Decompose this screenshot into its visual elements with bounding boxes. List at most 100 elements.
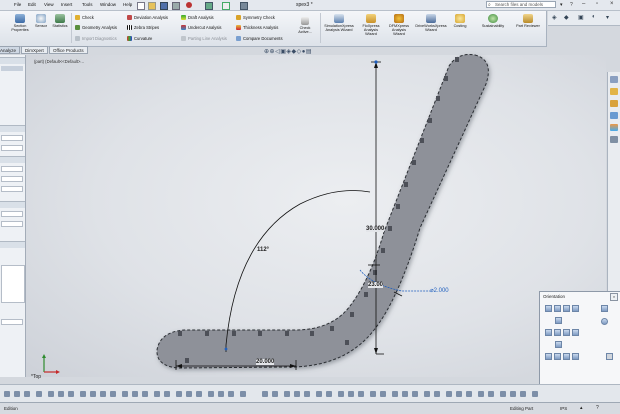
tool-icon[interactable] bbox=[240, 391, 246, 397]
units-dropdown-icon[interactable]: ▴ bbox=[580, 405, 583, 411]
tool-icon[interactable] bbox=[100, 391, 106, 397]
notch bbox=[396, 204, 400, 209]
update-standard-views-icon[interactable] bbox=[601, 318, 608, 325]
tool-icon[interactable] bbox=[58, 391, 64, 397]
tool-icon[interactable] bbox=[80, 391, 86, 397]
view-bottom-icon[interactable] bbox=[555, 317, 562, 324]
tool-icon[interactable] bbox=[36, 391, 42, 397]
tool-icon[interactable] bbox=[24, 391, 30, 397]
tool-icon[interactable] bbox=[164, 391, 170, 397]
tool-icon[interactable] bbox=[294, 391, 300, 397]
resources-icon[interactable] bbox=[610, 76, 618, 83]
normal-to-icon[interactable] bbox=[572, 329, 579, 336]
tool-icon[interactable] bbox=[228, 391, 234, 397]
view-palette-icon[interactable] bbox=[610, 112, 618, 119]
tool-icon[interactable] bbox=[392, 391, 398, 397]
notch bbox=[285, 331, 289, 336]
tool-icon[interactable] bbox=[218, 391, 224, 397]
notch bbox=[364, 292, 368, 297]
tool-icon[interactable] bbox=[348, 391, 354, 397]
view-dimetric-icon[interactable] bbox=[563, 329, 570, 336]
tool-icon[interactable] bbox=[90, 391, 96, 397]
two-view-vertical-icon[interactable] bbox=[554, 353, 561, 360]
delete-view-icon[interactable] bbox=[606, 353, 613, 360]
tool-icon[interactable] bbox=[14, 391, 20, 397]
tool-icon[interactable] bbox=[208, 391, 214, 397]
radial-dimension[interactable]: ⌀2.000 bbox=[430, 287, 449, 294]
appearances-icon[interactable] bbox=[610, 124, 618, 131]
notch bbox=[436, 96, 440, 101]
tool-icon[interactable] bbox=[434, 391, 440, 397]
notch bbox=[428, 118, 432, 123]
sheet-profile[interactable] bbox=[156, 54, 489, 369]
tool-icon[interactable] bbox=[284, 391, 290, 397]
tool-icon[interactable] bbox=[196, 391, 202, 397]
tool-icon[interactable] bbox=[68, 391, 74, 397]
tool-icon[interactable] bbox=[402, 391, 408, 397]
vertical-dimension-long[interactable]: 30.000 bbox=[366, 226, 385, 232]
pin-icon[interactable] bbox=[601, 330, 608, 337]
four-view-icon[interactable] bbox=[563, 353, 570, 360]
tool-icon[interactable] bbox=[520, 391, 526, 397]
view-back-icon[interactable] bbox=[554, 305, 561, 312]
tool-icon[interactable] bbox=[186, 391, 192, 397]
tool-icon[interactable] bbox=[446, 391, 452, 397]
notch bbox=[205, 331, 209, 336]
tool-icon[interactable] bbox=[532, 391, 538, 397]
file-explorer-icon[interactable] bbox=[610, 100, 618, 107]
link-views-icon[interactable] bbox=[572, 353, 579, 360]
horizontal-dimension[interactable]: 20.000 bbox=[256, 359, 275, 365]
tool-icon[interactable] bbox=[510, 391, 516, 397]
tool-icon[interactable] bbox=[272, 391, 278, 397]
units-label[interactable]: IPS bbox=[560, 406, 567, 411]
notch bbox=[444, 76, 448, 81]
view-top-icon[interactable] bbox=[601, 305, 608, 312]
notch bbox=[350, 312, 354, 317]
sketch-point bbox=[224, 347, 228, 351]
tool-icon[interactable] bbox=[132, 391, 138, 397]
edition-label: Edition bbox=[4, 406, 18, 411]
sketch-drawing bbox=[42, 54, 489, 374]
two-view-horizontal-icon[interactable] bbox=[545, 353, 552, 360]
close-icon[interactable]: × bbox=[610, 293, 618, 301]
view-front-icon[interactable] bbox=[545, 305, 552, 312]
origin-triad-icon bbox=[42, 354, 60, 374]
angle-dimension[interactable]: 112° bbox=[257, 247, 269, 253]
tool-icon[interactable] bbox=[122, 391, 128, 397]
tool-icon[interactable] bbox=[380, 391, 386, 397]
tool-icon[interactable] bbox=[412, 391, 418, 397]
tool-icon[interactable] bbox=[176, 391, 182, 397]
tool-icon[interactable] bbox=[154, 391, 160, 397]
single-view-icon[interactable] bbox=[555, 341, 562, 348]
tool-icon[interactable] bbox=[48, 391, 54, 397]
view-isometric-icon[interactable] bbox=[545, 329, 552, 336]
custom-properties-icon[interactable] bbox=[610, 136, 618, 143]
vertical-dimension-short[interactable]: 23.00 bbox=[368, 282, 384, 288]
tool-icon[interactable] bbox=[424, 391, 430, 397]
tool-icon[interactable] bbox=[488, 391, 494, 397]
tool-icon[interactable] bbox=[466, 391, 472, 397]
tool-icon[interactable] bbox=[142, 391, 148, 397]
notch bbox=[258, 331, 262, 336]
tool-icon[interactable] bbox=[110, 391, 116, 397]
tool-icon[interactable] bbox=[478, 391, 484, 397]
notch bbox=[185, 358, 189, 363]
tool-icon[interactable] bbox=[304, 391, 310, 397]
tool-icon[interactable] bbox=[338, 391, 344, 397]
tool-icon[interactable] bbox=[358, 391, 364, 397]
view-trimetric-icon[interactable] bbox=[554, 329, 561, 336]
view-right-icon[interactable] bbox=[572, 305, 579, 312]
tool-icon[interactable] bbox=[316, 391, 322, 397]
help-icon[interactable]: ? bbox=[596, 405, 599, 411]
tool-icon[interactable] bbox=[326, 391, 332, 397]
tool-icon[interactable] bbox=[370, 391, 376, 397]
design-library-icon[interactable] bbox=[610, 88, 618, 95]
notch bbox=[345, 340, 349, 345]
tool-icon[interactable] bbox=[262, 391, 268, 397]
view-left-icon[interactable] bbox=[563, 305, 570, 312]
orientation-dialog: Orientation × bbox=[539, 291, 620, 386]
tool-icon[interactable] bbox=[4, 391, 10, 397]
sketch-toolbar bbox=[0, 384, 620, 402]
tool-icon[interactable] bbox=[456, 391, 462, 397]
tool-icon[interactable] bbox=[500, 391, 506, 397]
